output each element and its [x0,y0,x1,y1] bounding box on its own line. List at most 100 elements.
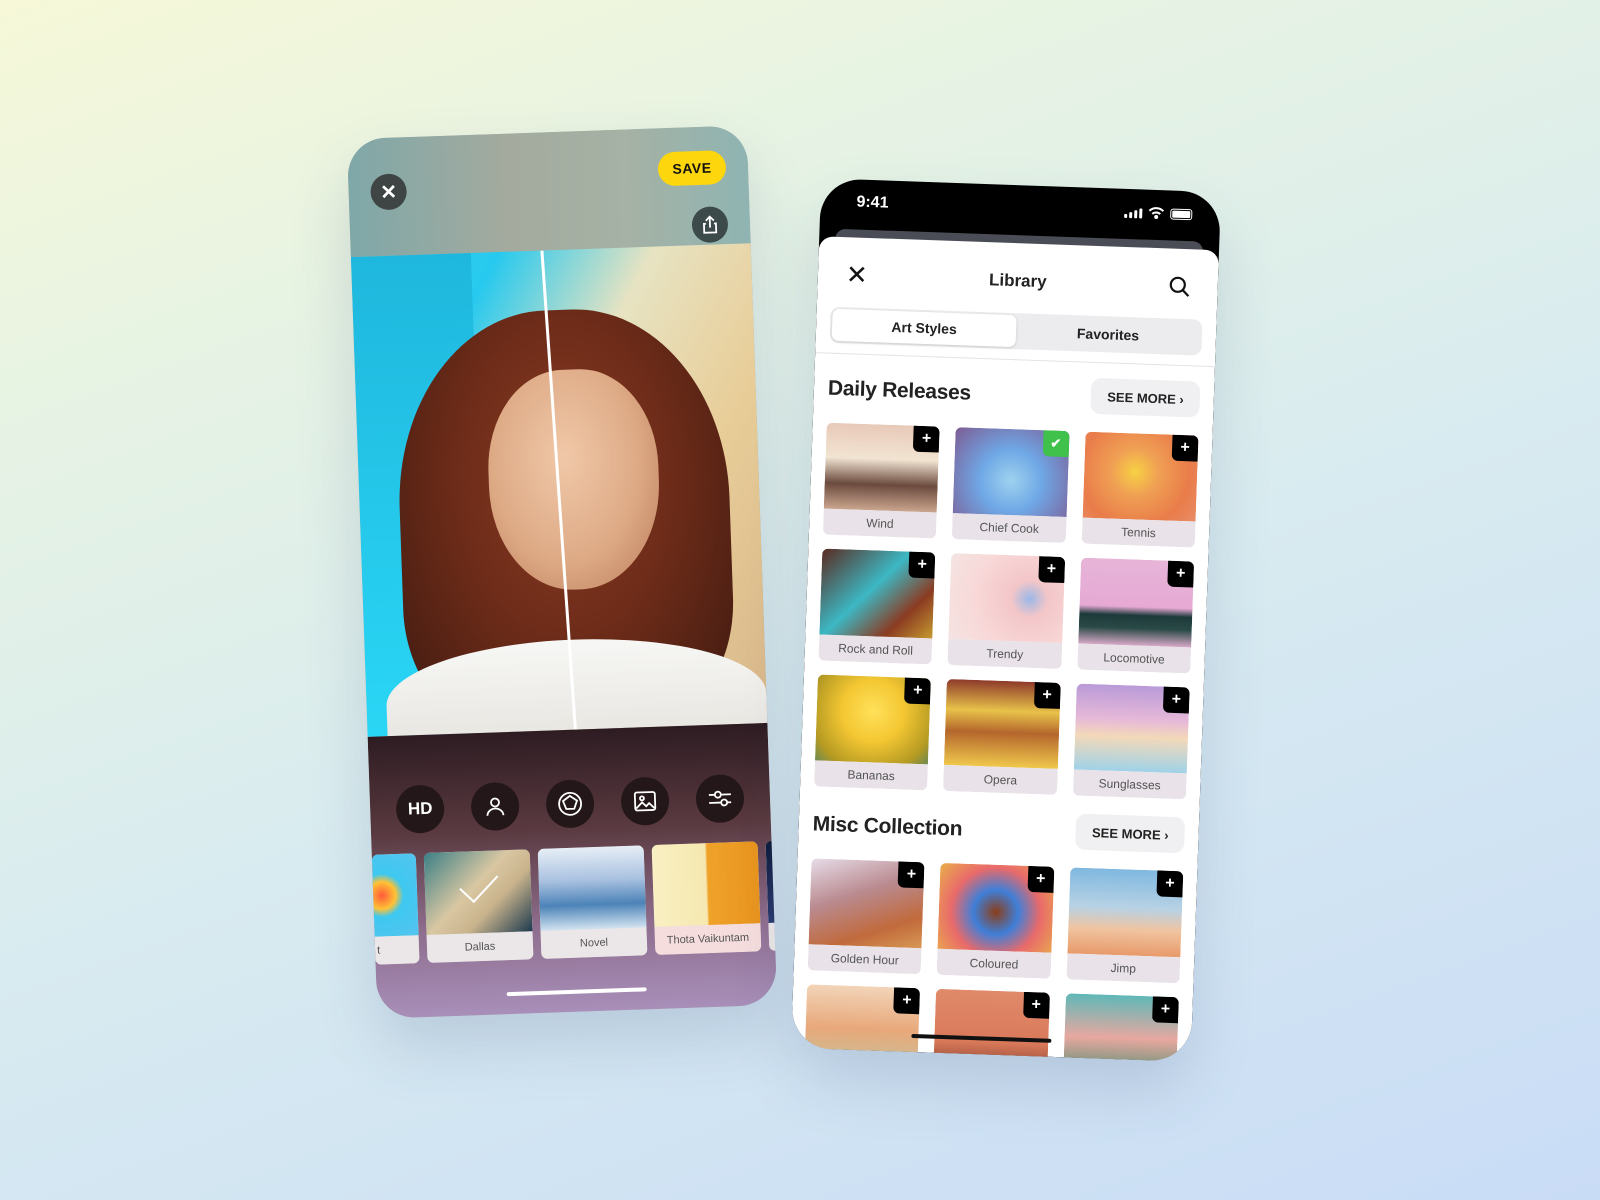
image-icon [633,791,657,812]
background-button[interactable] [620,776,670,827]
style-card[interactable]: + Opera [943,678,1061,795]
add-icon[interactable]: + [1037,556,1065,584]
style-card[interactable]: + Wind [822,422,941,539]
style-thumb[interactable]: T [765,840,778,951]
style-thumb[interactable]: t [371,853,420,965]
add-icon[interactable]: + [908,551,936,579]
photo-preview[interactable] [350,243,768,737]
add-icon[interactable]: + [1022,991,1050,1019]
page-title: Library [988,270,1047,292]
add-icon[interactable]: + [913,425,941,453]
add-icon[interactable]: + [897,861,925,889]
style-card-label: Golden Hour [807,944,922,975]
wifi-icon [1148,207,1165,219]
style-card-label: Bananas [814,760,929,791]
style-thumb-image [651,841,761,927]
battery-icon [1170,208,1193,221]
hd-label: HD [407,798,433,819]
library-screen: 9:41 ✕ Library Art Styles Favorites Dail… [790,178,1222,1062]
style-card[interactable]: + Locomotive [1076,557,1195,674]
style-grid: + Wind ✔ Chief Cook + Tennis + Rock and … [814,422,1199,800]
style-thumb[interactable]: Novel [537,845,648,959]
style-card[interactable]: + Jimp [1066,867,1184,984]
style-thumb[interactable]: Thota Vaikuntam [651,841,762,955]
style-card[interactable]: + Golden Hour [807,858,925,975]
see-more-button[interactable]: SEE MORE › [1090,377,1201,418]
add-icon[interactable]: + [1167,560,1195,588]
editor-toolbar: HD t Dallas Novel Thota Vaikuntam [367,722,778,1019]
tab-favorites[interactable]: Favorites [1016,315,1201,353]
style-card[interactable]: + Trendy [947,553,1065,669]
style-card-label: Rock and Roll [818,634,933,665]
library-sheet: ✕ Library Art Styles Favorites Daily Rel… [790,236,1220,1062]
style-card-label: Trendy [947,639,1062,669]
adjust-button[interactable] [695,773,745,824]
add-icon[interactable]: + [1152,996,1179,1024]
style-card-label: Jimp [1066,953,1181,984]
status-bar: 9:41 [820,178,1221,238]
style-strip[interactable]: t Dallas Novel Thota Vaikuntam T [371,840,778,965]
status-time: 9:41 [856,193,889,212]
style-card[interactable]: + Rock and Roll [818,548,936,665]
library-header: ✕ Library [817,236,1219,314]
section-title: Daily Releases [827,376,972,405]
style-card[interactable]: + Bananas [814,674,932,791]
add-icon[interactable]: + [904,677,932,705]
style-card[interactable]: + [803,984,921,1062]
save-button[interactable]: SAVE [657,150,727,187]
style-thumb-label: Novel [540,927,648,959]
section-header: Daily Releases SEE MORE › [827,369,1201,422]
add-icon[interactable]: + [1033,682,1061,709]
filter-button[interactable] [545,779,595,829]
style-card-label: Tennis [1081,517,1196,548]
style-card-label: Coloured [936,948,1052,979]
signal-icon [1124,208,1143,219]
sliders-icon [708,790,732,807]
style-thumb-label: T [768,922,778,951]
style-card-label: Wind [822,508,938,539]
share-icon [703,215,718,234]
style-card[interactable]: + [1062,993,1179,1062]
aperture-icon [558,791,582,816]
add-icon[interactable]: + [1027,865,1055,893]
style-card[interactable]: + Sunglasses [1072,683,1190,800]
segmented-control: Art Styles Favorites [829,306,1203,356]
portrait-button[interactable] [470,781,520,832]
style-thumb-image [537,845,647,931]
style-card[interactable]: + [933,988,1050,1062]
person-icon [486,797,505,816]
style-card-label: Sunglasses [1072,769,1187,800]
section-daily-releases: Daily Releases SEE MORE › + Wind ✔ Chief… [814,369,1201,800]
add-icon[interactable]: + [893,987,921,1015]
editor-screen: ✕ SAVE HD t Dallas Novel Thota Vaikuntam [346,125,778,1019]
section-misc-collection: Misc Collection SEE MORE › + Golden Hour… [803,804,1186,1062]
tool-row: HD [395,773,745,834]
divider [815,352,1215,368]
hd-button[interactable]: HD [395,784,446,834]
style-card-label: Chief Cook [952,513,1067,544]
add-icon[interactable]: + [1162,686,1190,714]
status-icons [1124,206,1193,221]
add-icon[interactable]: + [1171,434,1199,462]
tab-art-styles[interactable]: Art Styles [831,308,1017,348]
style-card[interactable]: ✔ Chief Cook [952,427,1070,544]
style-thumb-label: t [374,935,420,965]
style-thumb-label: Dallas [426,931,534,963]
home-indicator [506,987,647,997]
style-thumb-label: Thota Vaikuntam [654,923,762,955]
section-header: Misc Collection SEE MORE › [812,804,1186,857]
style-card-label: Locomotive [1076,643,1192,674]
style-card[interactable]: + Coloured [936,862,1055,979]
close-icon: ✕ [379,181,398,204]
style-thumb-selected[interactable]: Dallas [423,849,534,963]
see-more-button[interactable]: SEE MORE › [1075,813,1186,854]
add-icon[interactable]: + [1156,870,1184,898]
style-grid: + Golden Hour + Coloured + Jimp + + + [803,858,1184,1062]
style-thumb-image [765,840,778,924]
added-check-icon[interactable]: ✔ [1042,430,1070,458]
section-title: Misc Collection [812,812,963,841]
style-card[interactable]: + Tennis [1081,431,1199,548]
editor-top-bar [346,125,751,260]
search-icon[interactable] [1167,274,1192,299]
style-thumb-image [371,853,419,937]
